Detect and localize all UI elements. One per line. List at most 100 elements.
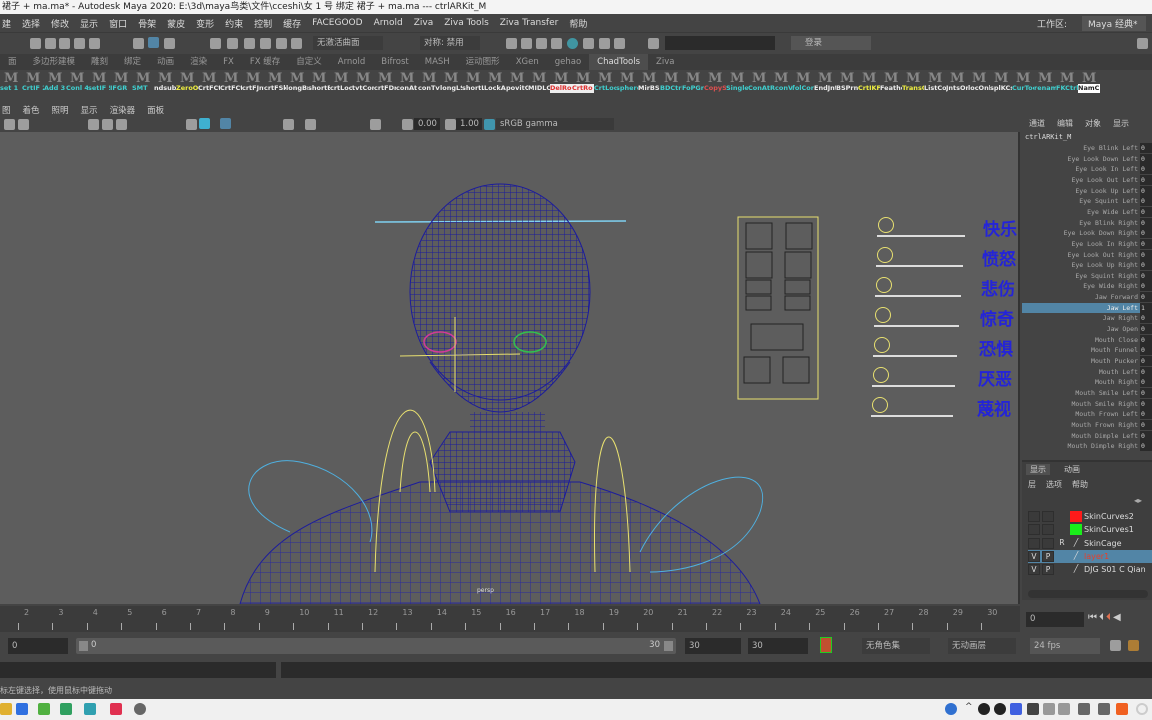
qq-icon[interactable]: [978, 703, 990, 715]
layer-visibility-toggle[interactable]: V: [1028, 550, 1040, 562]
file-explorer-icon[interactable]: [0, 703, 12, 715]
channel-value[interactable]: 1: [1140, 302, 1152, 313]
channel-value[interactable]: 0: [1140, 292, 1152, 303]
shelf-button[interactable]: M CrtFCt: [198, 70, 220, 96]
layer-display-type[interactable]: [1056, 564, 1068, 575]
shelf-button[interactable]: MFeathe: [880, 70, 902, 96]
layer-row[interactable]: R ╱ SkinCage: [1028, 537, 1152, 550]
channel-value[interactable]: 0: [1140, 430, 1152, 441]
auto-key-icon[interactable]: [820, 637, 832, 653]
layer-color-swatch[interactable]: [1070, 524, 1082, 536]
menu-item[interactable]: 建: [2, 17, 11, 30]
layer-menu-help[interactable]: 帮助: [1072, 479, 1088, 490]
channel-row[interactable]: Eye Blink Right 0: [1022, 217, 1152, 229]
menu-item[interactable]: 变形: [196, 17, 214, 30]
channel-value[interactable]: 0: [1140, 143, 1152, 153]
shelf-button[interactable]: M Conl 4: [66, 70, 88, 96]
shelf-tab[interactable]: 渲染: [182, 54, 215, 70]
channel-value[interactable]: 0: [1140, 228, 1152, 239]
snap-surface-icon[interactable]: [276, 38, 287, 49]
snapshot-icon[interactable]: [599, 38, 610, 49]
layer-visibility-toggle[interactable]: [1028, 537, 1040, 549]
shelf-tab[interactable]: 运动图形: [458, 54, 508, 70]
viewport-menu-item[interactable]: 照明: [52, 104, 69, 116]
layer-color-swatch[interactable]: ╱: [1070, 564, 1082, 575]
layer-visibility-toggle[interactable]: [1028, 511, 1040, 522]
channel-row[interactable]: Mouth Right 0: [1022, 377, 1152, 388]
channel-row[interactable]: Jaw Open 0: [1022, 324, 1152, 335]
shelf-button[interactable]: M ZeroO: [176, 70, 198, 96]
layer-display-type[interactable]: [1056, 511, 1068, 522]
channel-row[interactable]: Mouth Frown Right 0: [1022, 419, 1152, 431]
emotion-slider-handle[interactable]: [873, 367, 889, 383]
app-icon[interactable]: [134, 703, 146, 715]
shelf-tab[interactable]: MASH: [417, 54, 458, 70]
camera-select-icon[interactable]: [4, 119, 15, 130]
menu-item[interactable]: 约束: [225, 17, 243, 30]
anim-end-field[interactable]: 30: [748, 638, 808, 654]
shelf-button[interactable]: McrtFSk: [264, 70, 286, 96]
color-management-icon[interactable]: [484, 119, 495, 130]
start-time-field[interactable]: 0: [8, 638, 68, 654]
viewport-menu-item[interactable]: 图: [2, 104, 11, 116]
layer-display-type[interactable]: R: [1056, 538, 1068, 549]
channel-value[interactable]: 0: [1140, 164, 1152, 175]
shelf-tab[interactable]: Bifrost: [373, 54, 416, 70]
layer-color-swatch[interactable]: ╱: [1070, 551, 1082, 562]
menu-item[interactable]: 显示: [80, 17, 98, 30]
channel-row[interactable]: Eye Look Out Right 0: [1022, 249, 1152, 261]
symmetry-dropdown[interactable]: 对称: 禁用: [420, 36, 480, 50]
select-object-icon[interactable]: [148, 37, 159, 48]
channel-row[interactable]: Mouth Dimple Right 0: [1022, 441, 1152, 452]
shelf-button[interactable]: MCrtIF 2: [22, 70, 44, 96]
channel-value[interactable]: 0: [1140, 260, 1152, 271]
anim-layer-dropdown[interactable]: 无动画层: [948, 638, 1016, 654]
shelf-button[interactable]: Mset 1: [0, 70, 22, 96]
shelf-button[interactable]: Mrenam: [1034, 70, 1056, 96]
shelf-button[interactable]: M ConAt: [748, 70, 770, 96]
channel-row[interactable]: Eye Look Down Left 0: [1022, 153, 1152, 165]
channel-row[interactable]: Eye Look In Right 0: [1022, 238, 1152, 250]
current-frame-field[interactable]: 0: [1026, 612, 1084, 627]
exposure-field[interactable]: 0.00: [414, 118, 440, 130]
channel-value[interactable]: 0: [1140, 313, 1152, 324]
channel-row[interactable]: Eye Wide Right 0: [1022, 281, 1152, 292]
layer-playback-toggle[interactable]: [1042, 511, 1054, 522]
shelf-button[interactable]: M JntsOr: [946, 70, 968, 96]
snap-pivot-icon[interactable]: [291, 38, 302, 49]
layer-menu-options[interactable]: 选项: [1046, 479, 1062, 490]
menu-item[interactable]: 骨架: [138, 17, 156, 30]
viewport-menu-item[interactable]: 显示: [81, 104, 98, 116]
layer-color-swatch[interactable]: [1070, 511, 1082, 522]
step-back-key-icon[interactable]: ⏴: [1106, 612, 1113, 623]
channel-row[interactable]: Eye Blink Left 0: [1022, 143, 1152, 154]
gamma-field[interactable]: 1.00: [456, 118, 482, 130]
layer-row[interactable]: V P ╱ DJG S01 C Qian: [1028, 563, 1152, 576]
channel-value[interactable]: 0: [1140, 249, 1152, 260]
render-settings-icon[interactable]: [551, 38, 562, 49]
menu-item[interactable]: 修改: [51, 17, 69, 30]
channel-row[interactable]: Mouth Smile Left 0: [1022, 387, 1152, 399]
smooth-shade-icon[interactable]: [199, 118, 210, 129]
render-sequence-icon[interactable]: [521, 38, 532, 49]
shelf-button[interactable]: McrtLoc: [330, 70, 352, 96]
menu-item[interactable]: 帮助: [569, 17, 587, 30]
layer-menu-layers[interactable]: 层: [1028, 479, 1036, 490]
grid-icon[interactable]: [88, 119, 99, 130]
shelf-button[interactable]: McrtFDr: [374, 70, 396, 96]
emotion-slider-handle[interactable]: [877, 247, 893, 263]
shelf-tab[interactable]: 面: [0, 54, 25, 70]
snap-point-icon[interactable]: [244, 38, 255, 49]
pause-icon[interactable]: [614, 38, 625, 49]
shelf-button[interactable]: MconAt: [396, 70, 418, 96]
shelf-tab[interactable]: 自定义: [288, 54, 330, 70]
volume-icon[interactable]: [1058, 703, 1070, 715]
shelf-button[interactable]: M LockA: [484, 70, 506, 96]
channel-row[interactable]: Mouth Dimple Left 0: [1022, 430, 1152, 442]
shelf-button[interactable]: M Add 3: [44, 70, 66, 96]
menu-item[interactable]: Ziva Tools: [444, 18, 489, 28]
display-icon[interactable]: [1027, 703, 1039, 715]
save-scene-icon[interactable]: [59, 38, 70, 49]
shelf-tab[interactable]: 绑定: [116, 54, 149, 70]
shelf-button[interactable]: M Single: [726, 70, 748, 96]
